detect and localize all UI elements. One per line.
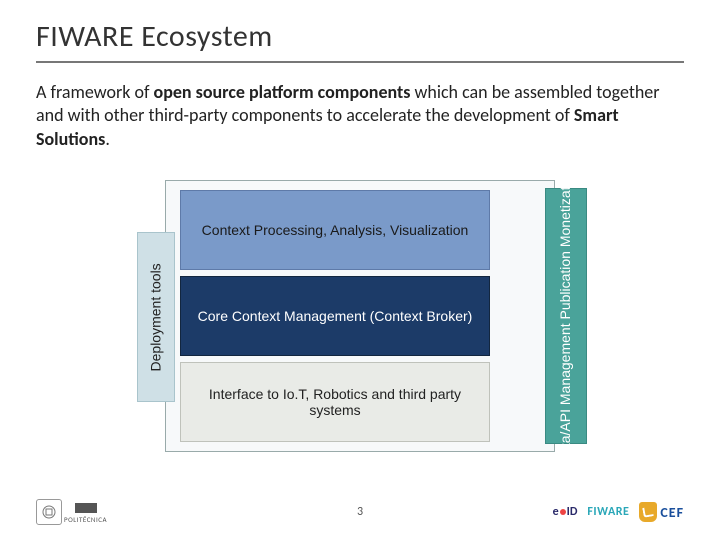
eid-logo: e ID <box>553 505 578 519</box>
cef-logo: CEF <box>639 502 684 522</box>
cef-text: CEF <box>660 504 684 521</box>
fiware-logo: FIWARE <box>587 505 629 519</box>
right-sidebar: Data/API Management Publication Monetiza… <box>545 188 587 444</box>
politecnica-text: POLITÉCNICA <box>64 515 107 524</box>
layer-core-label: Core Context Management (Context Broker) <box>198 308 473 324</box>
desc-part1: A framework of <box>36 81 154 103</box>
eid-e: e <box>553 505 559 519</box>
eid-dot-icon <box>560 509 566 515</box>
footer-left-logos: POLITÉCNICA <box>36 499 107 525</box>
layer-interface-label: Interface to Io.T, Robotics and third pa… <box>191 386 479 418</box>
right-sidebar-label: Data/API Management Publication Monetiza… <box>558 167 575 464</box>
page-number: 3 <box>357 505 363 519</box>
footer: POLITÉCNICA 3 e ID FIWARE CEF <box>0 490 720 534</box>
layer-interface: Interface to Io.T, Robotics and third pa… <box>180 362 490 442</box>
desc-bold1: open source platform components <box>154 81 411 103</box>
emblem-svg <box>41 504 57 520</box>
description: A framework of open source platform comp… <box>36 81 684 151</box>
page-title: FIWARE Ecosystem <box>36 18 684 55</box>
shield-icon <box>639 502 657 522</box>
layer-context-processing-label: Context Processing, Analysis, Visualizat… <box>202 222 469 238</box>
diagram-wrap: Deployment tools Context Processing, Ana… <box>0 180 720 470</box>
desc-part3: . <box>105 128 110 150</box>
architecture-diagram: Deployment tools Context Processing, Ana… <box>125 180 595 470</box>
layer-core-context-management: Core Context Management (Context Broker) <box>180 276 490 356</box>
politecnica-bar-icon <box>74 501 98 515</box>
left-sidebar-label: Deployment tools <box>148 263 165 371</box>
eid-id: ID <box>567 505 578 519</box>
footer-right-logos: e ID FIWARE CEF <box>553 502 684 522</box>
politecnica-emblem-icon <box>36 499 62 525</box>
title-divider <box>36 61 684 63</box>
left-sidebar: Deployment tools <box>137 232 175 402</box>
slide: FIWARE Ecosystem A framework of open sou… <box>0 0 720 540</box>
layer-context-processing: Context Processing, Analysis, Visualizat… <box>180 190 490 270</box>
